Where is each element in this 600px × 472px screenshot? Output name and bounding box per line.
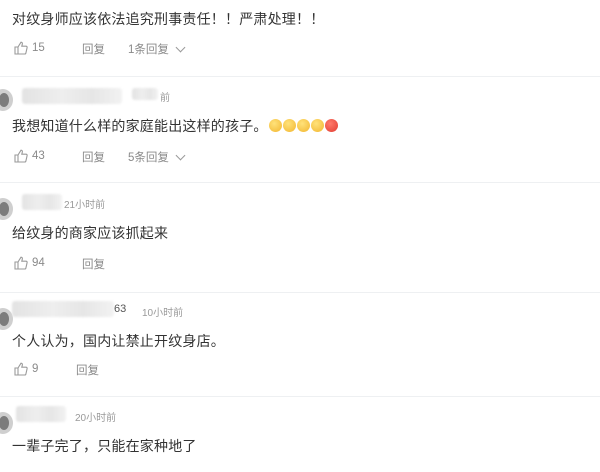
chevron-down-icon (175, 42, 186, 53)
username-blurred (132, 88, 158, 100)
reply-button[interactable]: 回复 (82, 149, 105, 165)
avatar[interactable] (0, 412, 13, 434)
replies-count-label: 5条回复 (128, 152, 169, 164)
like-count: 43 (32, 150, 45, 162)
reply-label: 回复 (82, 259, 105, 271)
comment-text: 个人认为，国内让禁止开纹身店。 (12, 333, 225, 349)
like-count: 15 (32, 42, 45, 54)
username-blurred[interactable] (12, 301, 114, 317)
avatar[interactable] (0, 198, 13, 220)
comment-time: 20小时前 (75, 413, 117, 424)
chevron-down-icon (175, 150, 186, 161)
avatar[interactable] (0, 89, 13, 111)
divider (0, 76, 600, 77)
comment-time: 前 (160, 93, 170, 104)
username-blurred[interactable] (16, 406, 66, 422)
reply-label: 回复 (76, 365, 99, 377)
view-replies-button[interactable]: 1条回复 (128, 41, 186, 57)
yellow-face-emoji-icon (282, 119, 296, 132)
comment-text: 对纹身师应该依法追究刑事责任！！严肃处理！！ (12, 11, 325, 27)
thumbs-up-icon (14, 256, 28, 270)
yellow-face-emoji-icon (296, 119, 310, 132)
username-blurred[interactable] (22, 88, 122, 104)
view-replies-button[interactable]: 5条回复 (128, 149, 186, 165)
reply-button[interactable]: 回复 (76, 362, 99, 378)
comment-text: 我想知道什么样的家庭能出这样的孩子。 (12, 116, 338, 136)
like-button[interactable]: 94 (14, 256, 45, 270)
comment-text: 一辈子完了，只能在家种地了 (12, 438, 197, 454)
comment-text-content: 我想知道什么样的家庭能出这样的孩子。 (12, 118, 268, 134)
like-button[interactable]: 9 (14, 362, 38, 376)
replies-count-label: 1条回复 (128, 44, 169, 56)
like-count: 94 (32, 257, 45, 269)
reply-button[interactable]: 回复 (82, 256, 105, 272)
like-count: 9 (32, 363, 39, 375)
yellow-face-emoji-icon (268, 119, 282, 132)
username-blurred[interactable] (22, 194, 62, 210)
angry-face-emoji-icon (324, 119, 338, 132)
thumbs-up-icon (14, 41, 28, 55)
thumbs-up-icon (14, 362, 28, 376)
username-suffix: 63 (114, 303, 127, 315)
comment-time: 21小时前 (64, 200, 106, 211)
divider (0, 396, 600, 397)
comment-time: 10小时前 (142, 308, 184, 319)
divider (0, 292, 600, 293)
like-button[interactable]: 43 (14, 149, 45, 163)
divider (0, 182, 600, 183)
reply-label: 回复 (82, 152, 105, 164)
thumbs-up-icon (14, 149, 28, 163)
comment-text: 给纹身的商家应该抓起来 (12, 225, 169, 241)
yellow-face-emoji-icon (310, 119, 324, 132)
reply-button[interactable]: 回复 (82, 41, 105, 57)
like-button[interactable]: 15 (14, 41, 45, 55)
reply-label: 回复 (82, 44, 105, 56)
